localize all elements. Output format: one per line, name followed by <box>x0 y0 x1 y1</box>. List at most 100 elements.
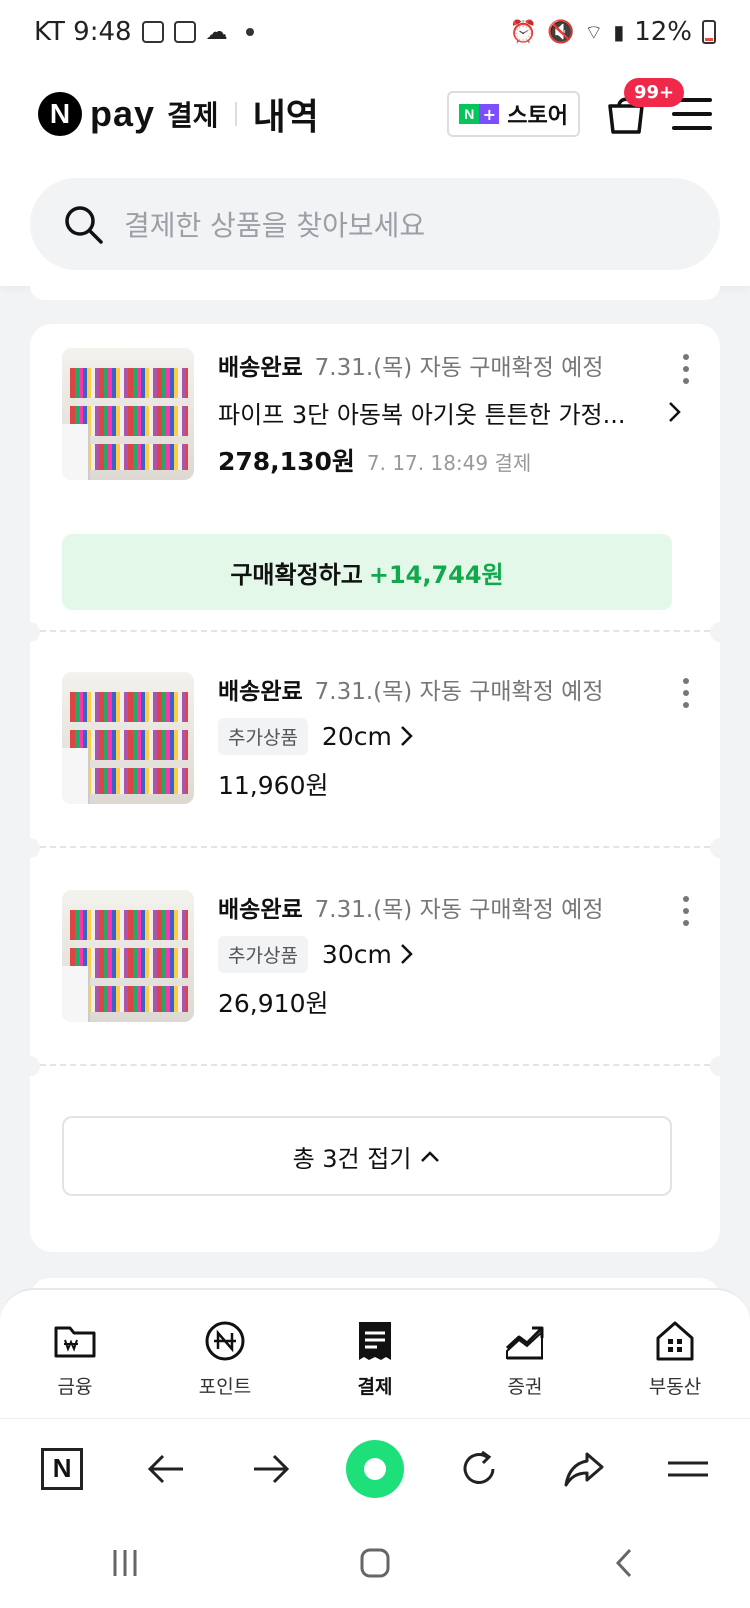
refresh-icon <box>463 1450 495 1484</box>
status-bar: KT 9:48 ☁ ⏰ 🔇 ⌔ ▮ 12% <box>0 0 750 64</box>
more-options-icon[interactable] <box>682 896 690 926</box>
nav-label: 결제 <box>357 1376 393 1398</box>
naver-plus-store-button[interactable]: N + 스토어 <box>447 91 580 137</box>
product-option-link[interactable]: 추가상품 20cm <box>218 716 690 756</box>
point-coin-icon <box>205 1321 245 1361</box>
product-price: 11,960원 <box>218 771 329 800</box>
nav-label: 부동산 <box>648 1376 702 1398</box>
previous-order-card <box>30 286 720 300</box>
stock-chart-icon <box>505 1326 544 1360</box>
more-options-icon[interactable] <box>682 678 690 708</box>
order-item[interactable]: 배송완료 7.31.(목) 자동 구매확정 예정 파이프 3단 아동복 아기옷 … <box>30 348 720 628</box>
delivery-status: 배송완료 <box>218 679 303 705</box>
battery-icon <box>702 20 716 44</box>
product-option: 20cm <box>321 721 392 751</box>
payment-receipt-icon <box>359 1322 391 1360</box>
recent-apps-button[interactable] <box>95 1533 155 1593</box>
item-separator <box>20 622 730 642</box>
search-icon <box>65 206 103 244</box>
system-nav-bar <box>0 1518 750 1608</box>
green-dot-button[interactable] <box>345 1439 405 1499</box>
browser-refresh-button[interactable] <box>449 1439 509 1499</box>
store-label: 스토어 <box>507 104 568 129</box>
cart-count-badge: 99+ <box>624 78 685 107</box>
product-name: 파이프 3단 아동복 아기옷 튼튼한 가정... <box>218 400 626 429</box>
delivery-status: 배송완료 <box>218 897 303 923</box>
auto-confirm-schedule: 7.31.(목) 자동 구매확정 예정 <box>314 679 604 705</box>
product-name-link[interactable]: 파이프 3단 아동복 아기옷 튼튼한 가정... <box>218 392 690 432</box>
cloud-icon: ☁ <box>205 19 228 45</box>
nav-label: 증권 <box>507 1376 543 1398</box>
status-carrier-time: KT 9:48 <box>34 17 132 47</box>
product-thumbnail[interactable] <box>62 348 194 480</box>
nav-points[interactable]: 포인트 <box>170 1318 280 1399</box>
confirm-label: 구매확정하고 <box>230 560 363 589</box>
system-back-button[interactable] <box>595 1533 655 1593</box>
alarm-icon: ⏰ <box>509 19 537 45</box>
product-option: 30cm <box>321 939 392 969</box>
order-item[interactable]: 배송완료 7.31.(목) 자동 구매확정 예정 추가상품 20cm 11,96… <box>30 672 720 832</box>
naver-home-icon: N <box>41 1447 84 1490</box>
app-header: N pay 결제 내역 N + 스토어 99+ <box>0 64 750 164</box>
browser-menu-button[interactable] <box>658 1439 718 1499</box>
header-divider <box>234 102 237 126</box>
payment-datetime: 7. 17. 18:49 결제 <box>366 451 532 475</box>
collapse-label: 총 3건 접기 <box>292 1144 412 1173</box>
menu-lines-icon <box>667 1461 708 1476</box>
product-thumbnail[interactable] <box>62 890 194 1022</box>
back-chevron-icon <box>615 1548 632 1578</box>
chevron-right-icon <box>660 397 690 427</box>
browser-toolbar: N <box>0 1418 750 1518</box>
arrow-right-icon <box>253 1454 289 1483</box>
product-option-link[interactable]: 추가상품 30cm <box>218 934 690 974</box>
naver-n-icon: N <box>459 104 480 124</box>
arrow-left-icon <box>148 1454 184 1483</box>
browser-forward-button[interactable] <box>241 1439 301 1499</box>
app-bottom-nav: 금융 포인트 결제 증권 부동산 <box>0 1288 750 1418</box>
nav-payment[interactable]: 결제 <box>320 1318 430 1399</box>
item-separator <box>20 1056 730 1076</box>
browser-home-button[interactable]: N <box>32 1439 92 1499</box>
delivery-status: 배송완료 <box>218 355 303 381</box>
brand-section-text: 결제 <box>167 99 219 132</box>
signal-icon: ▮ <box>613 20 625 44</box>
order-item[interactable]: 배송완료 7.31.(목) 자동 구매확정 예정 추가상품 30cm 26,91… <box>30 890 720 1050</box>
nav-finance[interactable]: 금융 <box>20 1318 130 1399</box>
nav-real-estate[interactable]: 부동산 <box>620 1318 730 1399</box>
real-estate-building-icon <box>656 1321 694 1361</box>
nav-label: 포인트 <box>198 1376 252 1398</box>
chevron-right-icon <box>392 939 422 969</box>
browser-share-button[interactable] <box>554 1439 614 1499</box>
addon-tag: 추가상품 <box>218 717 308 755</box>
product-price: 278,130원 <box>218 447 355 476</box>
finance-folder-icon <box>54 1326 96 1358</box>
recent-apps-icon <box>113 1550 137 1576</box>
battery-percent: 12% <box>634 17 692 47</box>
green-dot-icon <box>345 1439 404 1498</box>
plus-icon: + <box>479 104 500 124</box>
app-notification-icon <box>173 21 196 43</box>
nav-label: 금융 <box>57 1376 93 1398</box>
auto-confirm-schedule: 7.31.(목) 자동 구매확정 예정 <box>314 897 604 923</box>
cart-button[interactable]: 99+ <box>602 78 685 138</box>
chevron-right-icon <box>392 721 422 751</box>
search-input[interactable]: 결제한 상품을 찾아보세요 <box>30 178 720 270</box>
brand-pay-text: pay <box>90 93 156 134</box>
product-thumbnail[interactable] <box>62 672 194 804</box>
chevron-up-icon <box>421 1151 440 1162</box>
share-arrow-icon <box>564 1452 604 1486</box>
confirm-reward-points: +14,744원 <box>368 560 504 589</box>
mute-icon: 🔇 <box>546 19 575 45</box>
browser-back-button[interactable] <box>136 1439 196 1499</box>
item-separator <box>20 838 730 858</box>
system-home-button[interactable] <box>345 1533 405 1593</box>
collapse-items-button[interactable]: 총 3건 접기 <box>62 1116 672 1196</box>
more-options-icon[interactable] <box>682 354 690 384</box>
auto-confirm-schedule: 7.31.(목) 자동 구매확정 예정 <box>314 355 604 381</box>
wifi-icon: ⌔ <box>584 19 604 44</box>
nav-stocks[interactable]: 증권 <box>470 1318 580 1399</box>
purchase-confirm-button[interactable]: 구매확정하고 +14,744원 <box>62 534 672 610</box>
gallery-notification-icon <box>141 21 164 43</box>
npay-logo-icon[interactable]: N <box>38 92 82 136</box>
home-square-icon <box>360 1548 390 1578</box>
